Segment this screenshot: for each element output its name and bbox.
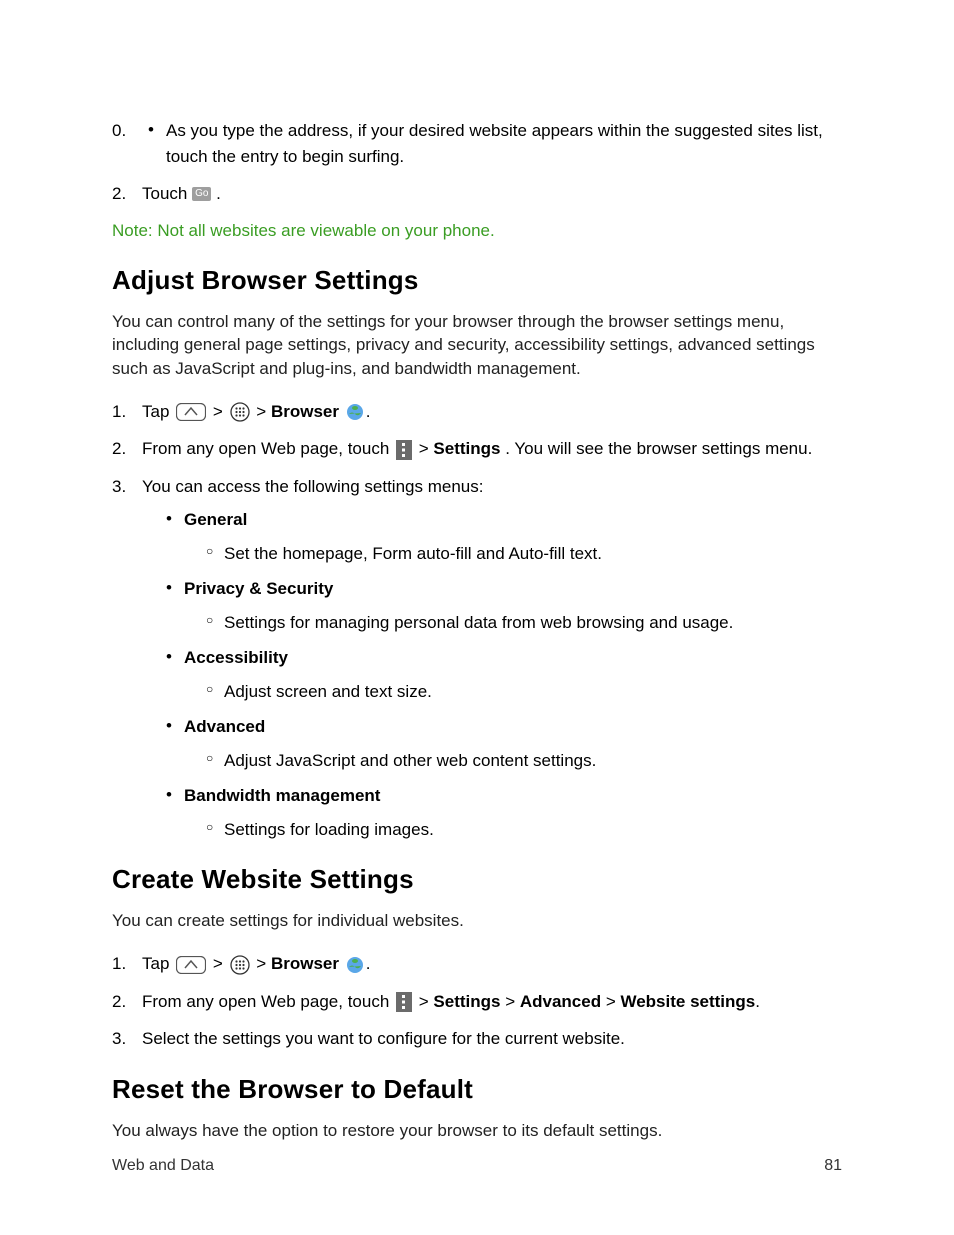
menu-label: Bandwidth management	[184, 786, 380, 805]
settings-label: Settings	[433, 992, 500, 1011]
list-item: As you type the address, if your desired…	[148, 118, 842, 169]
list-item: Set the homepage, Form auto-fill and Aut…	[206, 541, 842, 567]
settings-label: Settings	[433, 439, 500, 458]
sub-desc: Settings for managing personal data from…	[206, 610, 842, 636]
footer-section: Web and Data	[112, 1157, 214, 1175]
sub-desc: Adjust JavaScript and other web content …	[206, 748, 842, 774]
settings-menus: General Set the homepage, Form auto-fill…	[166, 507, 842, 842]
section-intro: You can control many of the settings for…	[112, 310, 842, 381]
home-icon	[176, 956, 206, 974]
document-page: As you type the address, if your desired…	[0, 0, 954, 1235]
list-item: Bandwidth management Settings for loadin…	[166, 783, 842, 842]
page-number: 81	[824, 1157, 842, 1175]
step-text: From any open Web page, touch	[142, 992, 394, 1011]
list-item: Accessibility Adjust screen and text siz…	[166, 645, 842, 704]
gt-separator: >	[500, 992, 519, 1011]
list-item: From any open Web page, touch > Settings…	[112, 989, 842, 1015]
browser-label: Browser	[271, 954, 339, 973]
menu-label: Accessibility	[184, 648, 288, 667]
browser-globe-icon	[346, 956, 364, 974]
page-footer: Web and Data 81	[112, 1157, 842, 1175]
list-item: General Set the homepage, Form auto-fill…	[166, 507, 842, 566]
menu-label: Advanced	[184, 717, 265, 736]
top-numbered-list: As you type the address, if your desired…	[112, 118, 842, 169]
step-text: Tap	[142, 954, 174, 973]
list-item: Tap > > Browser .	[112, 399, 842, 425]
gt-separator: >	[601, 992, 620, 1011]
section-heading-adjust: Adjust Browser Settings	[112, 265, 842, 296]
step-text: Tap	[142, 402, 174, 421]
top-sub-bullets: As you type the address, if your desired…	[148, 118, 842, 169]
list-item: Adjust screen and text size.	[206, 679, 842, 705]
step-text: From any open Web page, touch	[142, 439, 394, 458]
step-text: .	[755, 992, 760, 1011]
step-text: You can access the following settings me…	[142, 477, 483, 496]
step-text: . You will see the browser settings menu…	[505, 439, 812, 458]
section-intro: You can create settings for individual w…	[112, 909, 842, 933]
overflow-menu-icon	[396, 440, 412, 460]
gt-separator: >	[256, 954, 266, 973]
gt-separator: >	[419, 992, 434, 1011]
list-item: Tap > > Browser .	[112, 951, 842, 977]
sec1-steps: Tap > > Browser . From any open Web page…	[112, 399, 842, 843]
menu-label: General	[184, 510, 247, 529]
sub-desc: Settings for loading images.	[206, 817, 842, 843]
section-heading-reset: Reset the Browser to Default	[112, 1074, 842, 1105]
list-item: Select the settings you want to configur…	[112, 1026, 842, 1052]
sec2-steps: Tap > > Browser . From any open Web page…	[112, 951, 842, 1052]
top-numbered-list-2: Touch Go .	[112, 181, 842, 207]
apps-grid-icon	[230, 955, 250, 975]
step-text: .	[366, 954, 371, 973]
gt-separator: >	[256, 402, 266, 421]
note-text: Note: Not all websites are viewable on y…	[112, 221, 842, 241]
step-text: Touch	[142, 184, 192, 203]
list-item-step-2: Touch Go .	[112, 181, 842, 207]
list-item: Privacy & Security Settings for managing…	[166, 576, 842, 635]
gt-separator: >	[419, 439, 434, 458]
list-item: Settings for managing personal data from…	[206, 610, 842, 636]
browser-label: Browser	[271, 402, 339, 421]
browser-globe-icon	[346, 403, 364, 421]
website-settings-label: Website settings	[620, 992, 755, 1011]
menu-label: Privacy & Security	[184, 579, 333, 598]
apps-grid-icon	[230, 402, 250, 422]
list-item: Settings for loading images.	[206, 817, 842, 843]
gt-separator: >	[213, 954, 223, 973]
gt-separator: >	[213, 402, 223, 421]
advanced-label: Advanced	[520, 992, 601, 1011]
list-item: Advanced Adjust JavaScript and other web…	[166, 714, 842, 773]
list-item: You can access the following settings me…	[112, 474, 842, 843]
overflow-menu-icon	[396, 992, 412, 1012]
section-intro: You always have the option to restore yo…	[112, 1119, 842, 1143]
step-text: .	[216, 184, 221, 203]
home-icon	[176, 403, 206, 421]
go-key-icon: Go	[192, 187, 211, 201]
sub-desc: Adjust screen and text size.	[206, 679, 842, 705]
step-text: .	[366, 402, 371, 421]
list-item: Adjust JavaScript and other web content …	[206, 748, 842, 774]
sub-desc: Set the homepage, Form auto-fill and Aut…	[206, 541, 842, 567]
section-heading-create: Create Website Settings	[112, 864, 842, 895]
list-item: From any open Web page, touch > Settings…	[112, 436, 842, 462]
